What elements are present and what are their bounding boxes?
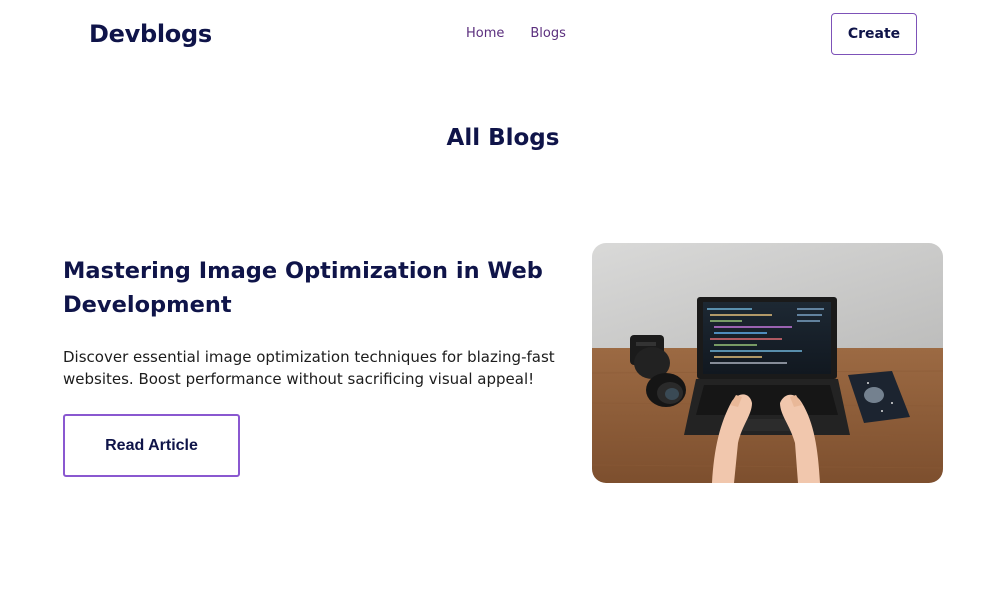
create-button[interactable]: Create [831, 13, 917, 55]
article-description: Discover essential image optimization te… [63, 348, 555, 388]
nav-link-blogs[interactable]: Blogs [530, 26, 566, 41]
laptop-coding-photo [592, 243, 943, 483]
page: Devblogs Home Blogs Create All Blogs Mas… [0, 0, 986, 601]
nav-link-home[interactable]: Home [466, 26, 504, 41]
article-image [592, 243, 943, 483]
read-article-button[interactable]: Read Article [63, 414, 240, 477]
brand-logo[interactable]: Devblogs [89, 20, 212, 48]
page-title: All Blogs [446, 125, 560, 152]
article-title: Mastering Image Optimization in Web Deve… [63, 258, 543, 318]
main-nav: Home Blogs [466, 26, 566, 41]
site-header: Devblogs Home Blogs Create [0, 0, 986, 70]
